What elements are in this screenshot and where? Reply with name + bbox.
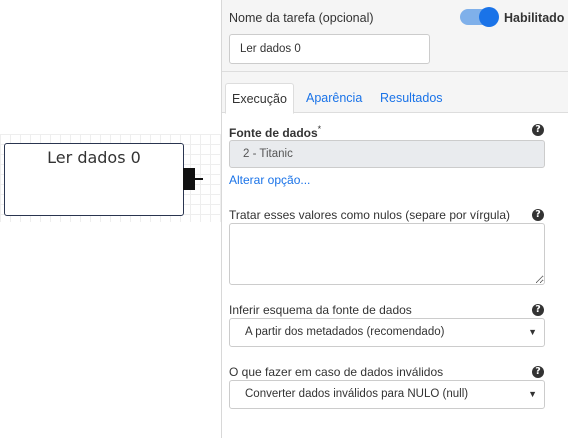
change-option-link[interactable]: Alterar opção... bbox=[229, 173, 310, 187]
caret-down-icon: ▼ bbox=[528, 327, 537, 337]
infer-schema-select[interactable]: A partir dos metadados (recomendado) ▼ bbox=[229, 318, 545, 347]
task-node-read-data[interactable]: Ler dados 0 bbox=[4, 143, 184, 216]
data-source-label: Fonte de dados* bbox=[229, 124, 322, 140]
panel-header: Nome da tarefa (opcional) Habilitado bbox=[222, 0, 568, 72]
invalid-data-select[interactable]: Converter dados inválidos para NULO (nul… bbox=[229, 380, 545, 409]
enabled-label: Habilitado bbox=[504, 11, 565, 25]
port-connector-line bbox=[195, 178, 203, 180]
infer-schema-selected: A partir dos metadados (recomendado) bbox=[245, 326, 445, 338]
task-node-label: Ler dados 0 bbox=[47, 148, 141, 167]
enabled-toggle[interactable] bbox=[460, 7, 499, 27]
invalid-data-label: O que fazer em caso de dados inválidos bbox=[229, 365, 444, 379]
tab-execucao[interactable]: Execução bbox=[225, 83, 294, 114]
properties-panel: Nome da tarefa (opcional) Habilitado Exe… bbox=[221, 0, 568, 438]
data-source-value: 2 - Titanic bbox=[229, 140, 545, 168]
caret-down-icon: ▼ bbox=[528, 389, 537, 399]
infer-schema-label: Inferir esquema da fonte de dados bbox=[229, 303, 412, 317]
task-name-input[interactable] bbox=[229, 34, 430, 64]
question-circle-icon[interactable]: ? bbox=[532, 124, 544, 136]
tab-resultados[interactable]: Resultados bbox=[375, 83, 448, 114]
question-circle-icon[interactable]: ? bbox=[532, 366, 544, 378]
required-mark: * bbox=[317, 124, 322, 134]
tab-aparencia[interactable]: Aparência bbox=[301, 83, 367, 114]
output-port[interactable] bbox=[183, 168, 195, 190]
null-values-label: Tratar esses valores como nulos (separe … bbox=[229, 208, 511, 222]
question-circle-icon[interactable]: ? bbox=[532, 304, 544, 316]
question-circle-icon[interactable]: ? bbox=[532, 209, 544, 221]
workflow-canvas[interactable]: Ler dados 0 bbox=[0, 0, 221, 438]
toggle-knob bbox=[479, 7, 499, 27]
tab-bar: Execução Aparência Resultados bbox=[222, 72, 568, 114]
null-values-textarea[interactable] bbox=[229, 223, 545, 285]
invalid-data-selected: Converter dados inválidos para NULO (nul… bbox=[245, 388, 469, 400]
task-name-label: Nome da tarefa (opcional) bbox=[229, 11, 374, 25]
